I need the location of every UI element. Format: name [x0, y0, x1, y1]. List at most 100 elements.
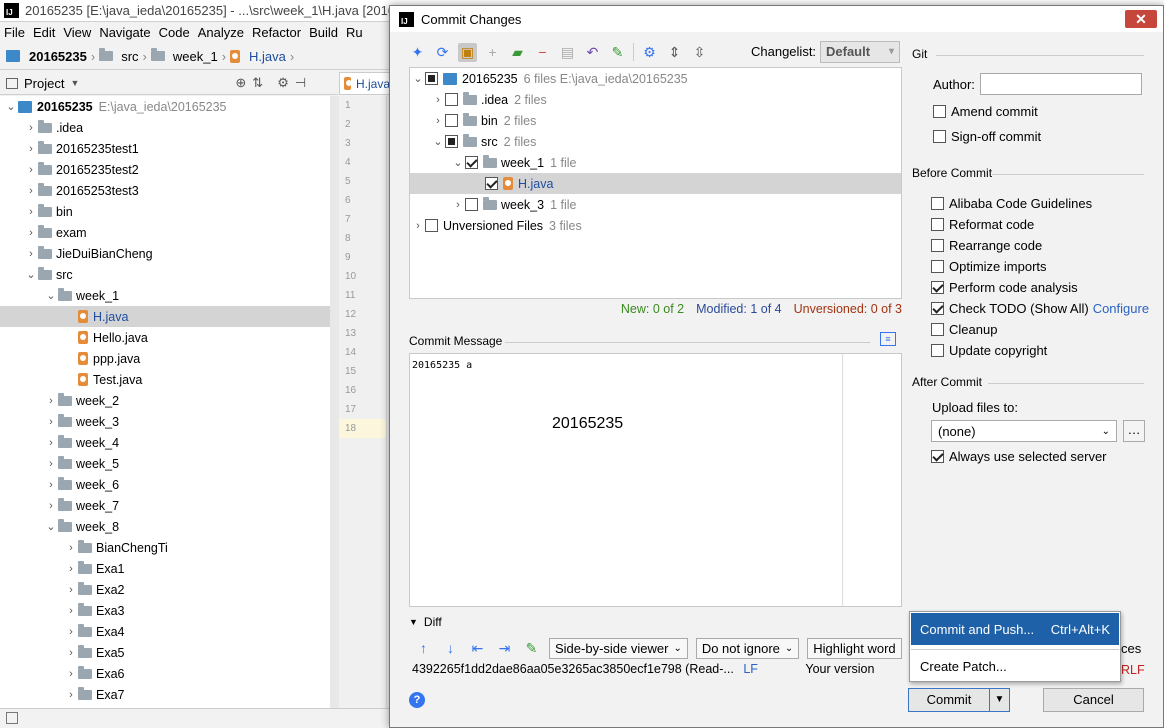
breadcrumb-item[interactable]: H.java: [249, 49, 286, 64]
commit-button[interactable]: Commit ▼: [908, 688, 1010, 712]
tree-item[interactable]: › week_3: [0, 411, 330, 432]
chevron-right-icon[interactable]: ›: [64, 563, 78, 575]
changed-file-item[interactable]: › bin 2 files: [410, 110, 901, 131]
chevron-down-icon[interactable]: ⌄: [4, 100, 18, 113]
tree-item[interactable]: Test.java: [0, 369, 330, 390]
tree-item[interactable]: › week_2: [0, 390, 330, 411]
include-checkbox[interactable]: [425, 219, 438, 232]
chevron-down-icon[interactable]: ⌄: [44, 289, 58, 302]
arrow-up-icon[interactable]: ↑: [414, 639, 433, 658]
tree-item[interactable]: › bin: [0, 201, 330, 222]
menu-item[interactable]: Build: [305, 25, 342, 40]
tree-item[interactable]: ⌄ src: [0, 264, 330, 285]
status-icon[interactable]: [6, 712, 18, 724]
before-commit-option[interactable]: Cleanup: [931, 319, 1149, 340]
chevron-right-icon[interactable]: ›: [451, 199, 465, 211]
target-icon[interactable]: ⊕: [235, 75, 246, 91]
changed-file-item[interactable]: › week_3 1 file: [410, 194, 901, 215]
changelist-select[interactable]: Default ▾: [820, 41, 900, 63]
shelve-icon[interactable]: ✎: [608, 43, 627, 62]
chevron-right-icon[interactable]: ›: [64, 584, 78, 596]
chevron-right-icon[interactable]: ›: [64, 668, 78, 680]
create-patch-item[interactable]: Create Patch...: [911, 654, 1119, 679]
highlight-select[interactable]: Highlight word: [807, 637, 903, 659]
changed-file-item[interactable]: › .idea 2 files: [410, 89, 901, 110]
before-commit-option[interactable]: Check TODO (Show All) Configure: [931, 298, 1149, 319]
tree-item[interactable]: › Exa6: [0, 663, 330, 684]
help-button[interactable]: ?: [409, 692, 425, 708]
chevron-right-icon[interactable]: ›: [24, 164, 38, 176]
checkbox[interactable]: [931, 281, 944, 294]
chevron-down-icon[interactable]: ▼: [70, 78, 79, 88]
close-button[interactable]: ✕: [1125, 10, 1157, 28]
before-commit-option[interactable]: Update copyright: [931, 340, 1149, 361]
viewer-select[interactable]: Side-by-side viewer ⌄: [549, 637, 688, 659]
chevron-right-icon[interactable]: ›: [24, 143, 38, 155]
configure-link[interactable]: Configure: [1093, 301, 1149, 316]
tree-item[interactable]: Hello.java: [0, 327, 330, 348]
commit-message-input[interactable]: 20165235 a 20165235: [409, 353, 902, 607]
scrollbar[interactable]: [330, 96, 339, 708]
changed-file-item[interactable]: ⌄ week_1 1 file: [410, 152, 901, 173]
chevron-right-icon[interactable]: ›: [24, 227, 38, 239]
signoff-checkbox[interactable]: Sign-off commit: [933, 129, 1041, 144]
include-checkbox[interactable]: [465, 198, 478, 211]
browse-button[interactable]: …: [1123, 420, 1145, 442]
tree-item[interactable]: › JieDuiBianCheng: [0, 243, 330, 264]
tree-item[interactable]: › 20165235test1: [0, 138, 330, 159]
remove-icon[interactable]: −: [533, 43, 552, 62]
changed-file-item[interactable]: ⌄ 20165235 6 files E:\java_ieda\20165235: [410, 68, 901, 89]
tree-item[interactable]: › Exa4: [0, 621, 330, 642]
chevron-right-icon[interactable]: ›: [24, 122, 38, 134]
upload-server-select[interactable]: (none) ⌄: [931, 420, 1117, 442]
chevron-right-icon[interactable]: ›: [64, 626, 78, 638]
changed-file-item[interactable]: ⌄ src 2 files: [410, 131, 901, 152]
checkbox[interactable]: [931, 323, 944, 336]
breadcrumb-item[interactable]: week_1: [173, 49, 218, 64]
checkbox[interactable]: [931, 218, 944, 231]
cancel-button[interactable]: Cancel: [1043, 688, 1144, 712]
line-separator-right[interactable]: RLF: [1121, 663, 1145, 677]
tree-item[interactable]: › Exa3: [0, 600, 330, 621]
chevron-down-icon[interactable]: ⌄: [44, 520, 58, 533]
tree-item[interactable]: › .idea: [0, 117, 330, 138]
include-checkbox[interactable]: [425, 72, 438, 85]
tree-item[interactable]: › BianChengTi: [0, 537, 330, 558]
tree-item[interactable]: › week_5: [0, 453, 330, 474]
hide-icon[interactable]: ⊣: [295, 75, 306, 91]
chevron-down-icon[interactable]: ⌄: [411, 72, 425, 85]
before-commit-option[interactable]: Alibaba Code Guidelines: [931, 193, 1149, 214]
chevron-right-icon[interactable]: ›: [44, 458, 58, 470]
before-commit-option[interactable]: Reformat code: [931, 214, 1149, 235]
diff-header[interactable]: ▼ Diff: [409, 615, 902, 629]
tree-item[interactable]: › 20165253test3: [0, 180, 330, 201]
menu-item[interactable]: Edit: [29, 25, 59, 40]
checkbox[interactable]: [931, 197, 944, 210]
chevron-right-icon[interactable]: ›: [44, 500, 58, 512]
tree-item[interactable]: › 20165235test2: [0, 159, 330, 180]
expand-all-icon[interactable]: ⇕: [665, 43, 684, 62]
commit-button-label[interactable]: Commit: [909, 689, 989, 711]
chevron-right-icon[interactable]: ›: [64, 647, 78, 659]
menu-item[interactable]: Analyze: [194, 25, 248, 40]
breadcrumb-item[interactable]: src: [121, 49, 138, 64]
include-checkbox[interactable]: [485, 177, 498, 190]
chevron-right-icon[interactable]: ›: [24, 248, 38, 260]
menu-item[interactable]: Code: [155, 25, 194, 40]
before-commit-option[interactable]: Optimize imports: [931, 256, 1149, 277]
chevron-right-icon[interactable]: ›: [24, 206, 38, 218]
tree-item[interactable]: ⌄ week_8: [0, 516, 330, 537]
checkbox[interactable]: [931, 450, 944, 463]
changed-file-item[interactable]: › Unversioned Files 3 files: [410, 215, 901, 236]
chevron-right-icon[interactable]: ›: [24, 185, 38, 197]
menu-item[interactable]: View: [59, 25, 95, 40]
collapse-all-icon[interactable]: ⇳: [690, 43, 709, 62]
collapse-icon[interactable]: ⇅: [252, 75, 263, 91]
amend-commit-checkbox[interactable]: Amend commit: [933, 104, 1038, 119]
tree-item[interactable]: ppp.java: [0, 348, 330, 369]
prev-file-icon[interactable]: ⇤: [468, 639, 487, 658]
tree-item[interactable]: › Exa1: [0, 558, 330, 579]
before-commit-option[interactable]: Rearrange code: [931, 235, 1149, 256]
tree-item[interactable]: › Exa5: [0, 642, 330, 663]
menu-item[interactable]: File: [0, 25, 29, 40]
